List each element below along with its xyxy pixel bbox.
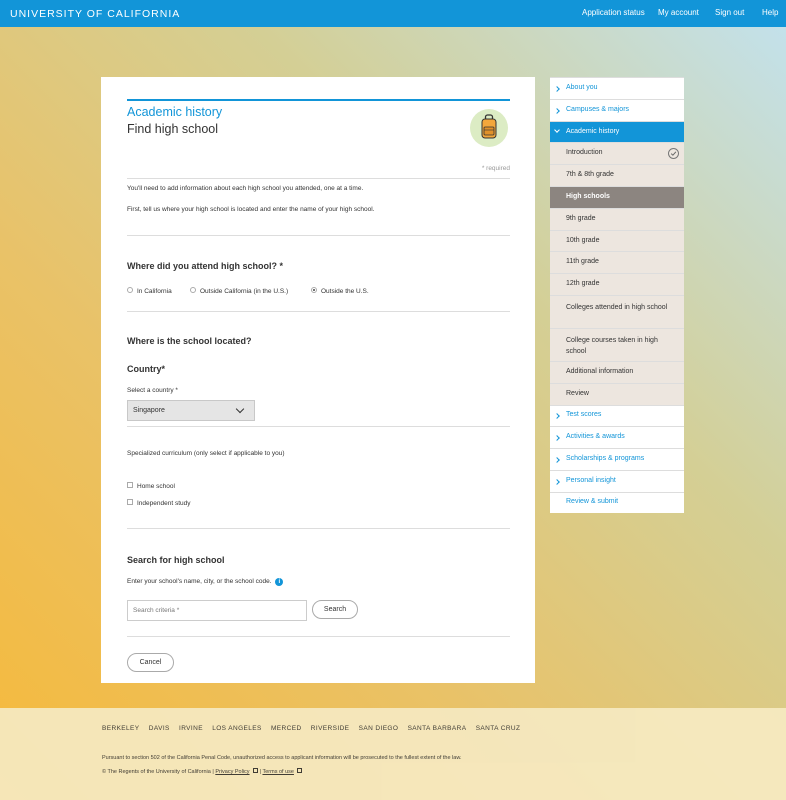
nav-my-account[interactable]: My account	[658, 8, 699, 17]
external-link-icon	[253, 768, 259, 773]
section-rule	[127, 99, 510, 101]
radio-circle-selected[interactable]	[311, 287, 317, 294]
divider	[127, 636, 510, 637]
nav-application-status[interactable]: Application status	[582, 8, 645, 17]
campus-links: BERKELEY DAVIS IRVINE LOS ANGELES MERCED…	[102, 725, 527, 732]
sidebar-item-test-scores[interactable]: Test scores	[550, 405, 684, 426]
campus-link-san-diego[interactable]: SAN DIEGO	[359, 725, 399, 732]
campus-link-davis[interactable]: DAVIS	[149, 725, 170, 732]
sidebar-item-campuses-majors[interactable]: Campuses & majors	[550, 99, 684, 121]
chevron-right-icon	[554, 479, 560, 485]
chevron-right-icon	[554, 108, 560, 114]
sidebar-item-introduction[interactable]: Introduction	[550, 142, 684, 164]
country-select-value: Singapore	[133, 407, 165, 414]
sidebar-item-colleges-attended[interactable]: Colleges attended in high school	[550, 295, 684, 328]
checkbox-box[interactable]	[127, 499, 133, 506]
campus-link-santa-cruz[interactable]: SANTA CRUZ	[476, 725, 521, 732]
divider	[127, 178, 510, 179]
sidebar-item-review-submit[interactable]: Review & submit	[550, 492, 684, 513]
select-country-label: Select a country *	[127, 387, 178, 394]
campus-link-santa-barbara[interactable]: SANTA BARBARA	[408, 725, 467, 732]
legal-notice: Pursuant to section 502 of the Californi…	[102, 755, 462, 761]
radio-in-california[interactable]: In California	[127, 287, 172, 295]
radio-outside-us[interactable]: Outside the U.S.	[311, 287, 369, 295]
sidebar-item-high-schools[interactable]: High schools	[550, 186, 684, 208]
country-select[interactable]: Singapore	[127, 400, 255, 421]
checkbox-box[interactable]	[127, 482, 133, 489]
sidebar-item-academic-history[interactable]: Academic history	[550, 121, 684, 142]
divider	[127, 235, 510, 236]
copyright-line: © The Regents of the University of Calif…	[102, 768, 303, 775]
search-input-placeholder: Search criteria *	[133, 607, 180, 614]
chevron-down-icon	[554, 127, 560, 133]
radio-outside-california[interactable]: Outside California (in the U.S.)	[190, 287, 288, 295]
divider	[127, 311, 510, 312]
sidebar-item-about-you[interactable]: About you	[550, 77, 684, 99]
backpack-icon	[470, 109, 508, 147]
check-circle-icon	[668, 148, 679, 159]
curriculum-label: Specialized curriculum (only select if a…	[127, 450, 285, 457]
page-title: Find high school	[127, 122, 219, 136]
search-input[interactable]: Search criteria *	[127, 600, 307, 621]
search-instructions: Enter your school's name, city, or the s…	[127, 578, 284, 586]
country-heading: Country*	[127, 364, 165, 374]
sidebar-item-personal-insight[interactable]: Personal insight	[550, 470, 684, 492]
terms-of-use-link[interactable]: Terms of use	[262, 769, 293, 775]
campus-link-riverside[interactable]: RIVERSIDE	[311, 725, 350, 732]
divider	[127, 426, 510, 427]
search-button[interactable]: Search	[312, 600, 358, 619]
radio-circle[interactable]	[127, 287, 133, 294]
sidebar-item-12th-grade[interactable]: 12th grade	[550, 273, 684, 295]
sidebar-item-additional-information[interactable]: Additional information	[550, 361, 684, 383]
sidebar-item-activities-awards[interactable]: Activities & awards	[550, 426, 684, 448]
campus-link-irvine[interactable]: IRVINE	[179, 725, 203, 732]
chevron-right-icon	[554, 86, 560, 92]
sidebar-item-10th-grade[interactable]: 10th grade	[550, 230, 684, 251]
copyright-text: © The Regents of the University of Calif…	[102, 769, 211, 775]
section-title: Academic history	[127, 105, 223, 119]
sidebar-item-college-courses[interactable]: College courses taken in high school	[550, 328, 684, 361]
campus-link-los-angeles[interactable]: LOS ANGELES	[212, 725, 262, 732]
location-question: Where is the school located?	[127, 336, 252, 346]
required-note: * required	[481, 165, 510, 172]
radio-circle[interactable]	[190, 287, 196, 294]
divider	[127, 528, 510, 529]
cancel-button[interactable]: Cancel	[127, 653, 174, 672]
main-card: Academic history Find high school * requ…	[101, 77, 535, 683]
search-heading: Search for high school	[127, 555, 225, 565]
top-bar: UNIVERSITY OF CALIFORNIA Application sta…	[0, 0, 786, 27]
chevron-right-icon	[554, 457, 560, 463]
checkbox-home-school[interactable]: Home school	[127, 482, 175, 490]
attend-question: Where did you attend high school? *	[127, 261, 284, 271]
intro-text-1: You'll need to add information about eac…	[127, 185, 364, 192]
sidebar-item-review[interactable]: Review	[550, 383, 684, 405]
nav-sign-out[interactable]: Sign out	[715, 8, 744, 17]
nav-help[interactable]: Help	[762, 8, 778, 17]
external-link-icon	[297, 768, 303, 773]
campus-link-berkeley[interactable]: BERKELEY	[102, 725, 140, 732]
chevron-right-icon	[554, 435, 560, 441]
footer: BERKELEY DAVIS IRVINE LOS ANGELES MERCED…	[0, 708, 786, 800]
progress-sidebar: About you Campuses & majors Academic his…	[550, 77, 684, 513]
sidebar-item-scholarships-programs[interactable]: Scholarships & programs	[550, 448, 684, 470]
brand-logo[interactable]: UNIVERSITY OF CALIFORNIA	[10, 8, 180, 20]
chevron-down-icon	[235, 404, 245, 414]
sidebar-item-9th-grade[interactable]: 9th grade	[550, 208, 684, 230]
chevron-right-icon	[554, 413, 560, 419]
intro-text-2: First, tell us where your high school is…	[127, 206, 375, 213]
sidebar-item-11th-grade[interactable]: 11th grade	[550, 251, 684, 273]
campus-link-merced[interactable]: MERCED	[271, 725, 302, 732]
info-icon[interactable]: i	[275, 578, 284, 586]
sidebar-item-7th-8th-grade[interactable]: 7th & 8th grade	[550, 164, 684, 186]
privacy-policy-link[interactable]: Privacy Policy	[215, 769, 249, 775]
checkbox-independent-study[interactable]: Independent study	[127, 499, 191, 507]
